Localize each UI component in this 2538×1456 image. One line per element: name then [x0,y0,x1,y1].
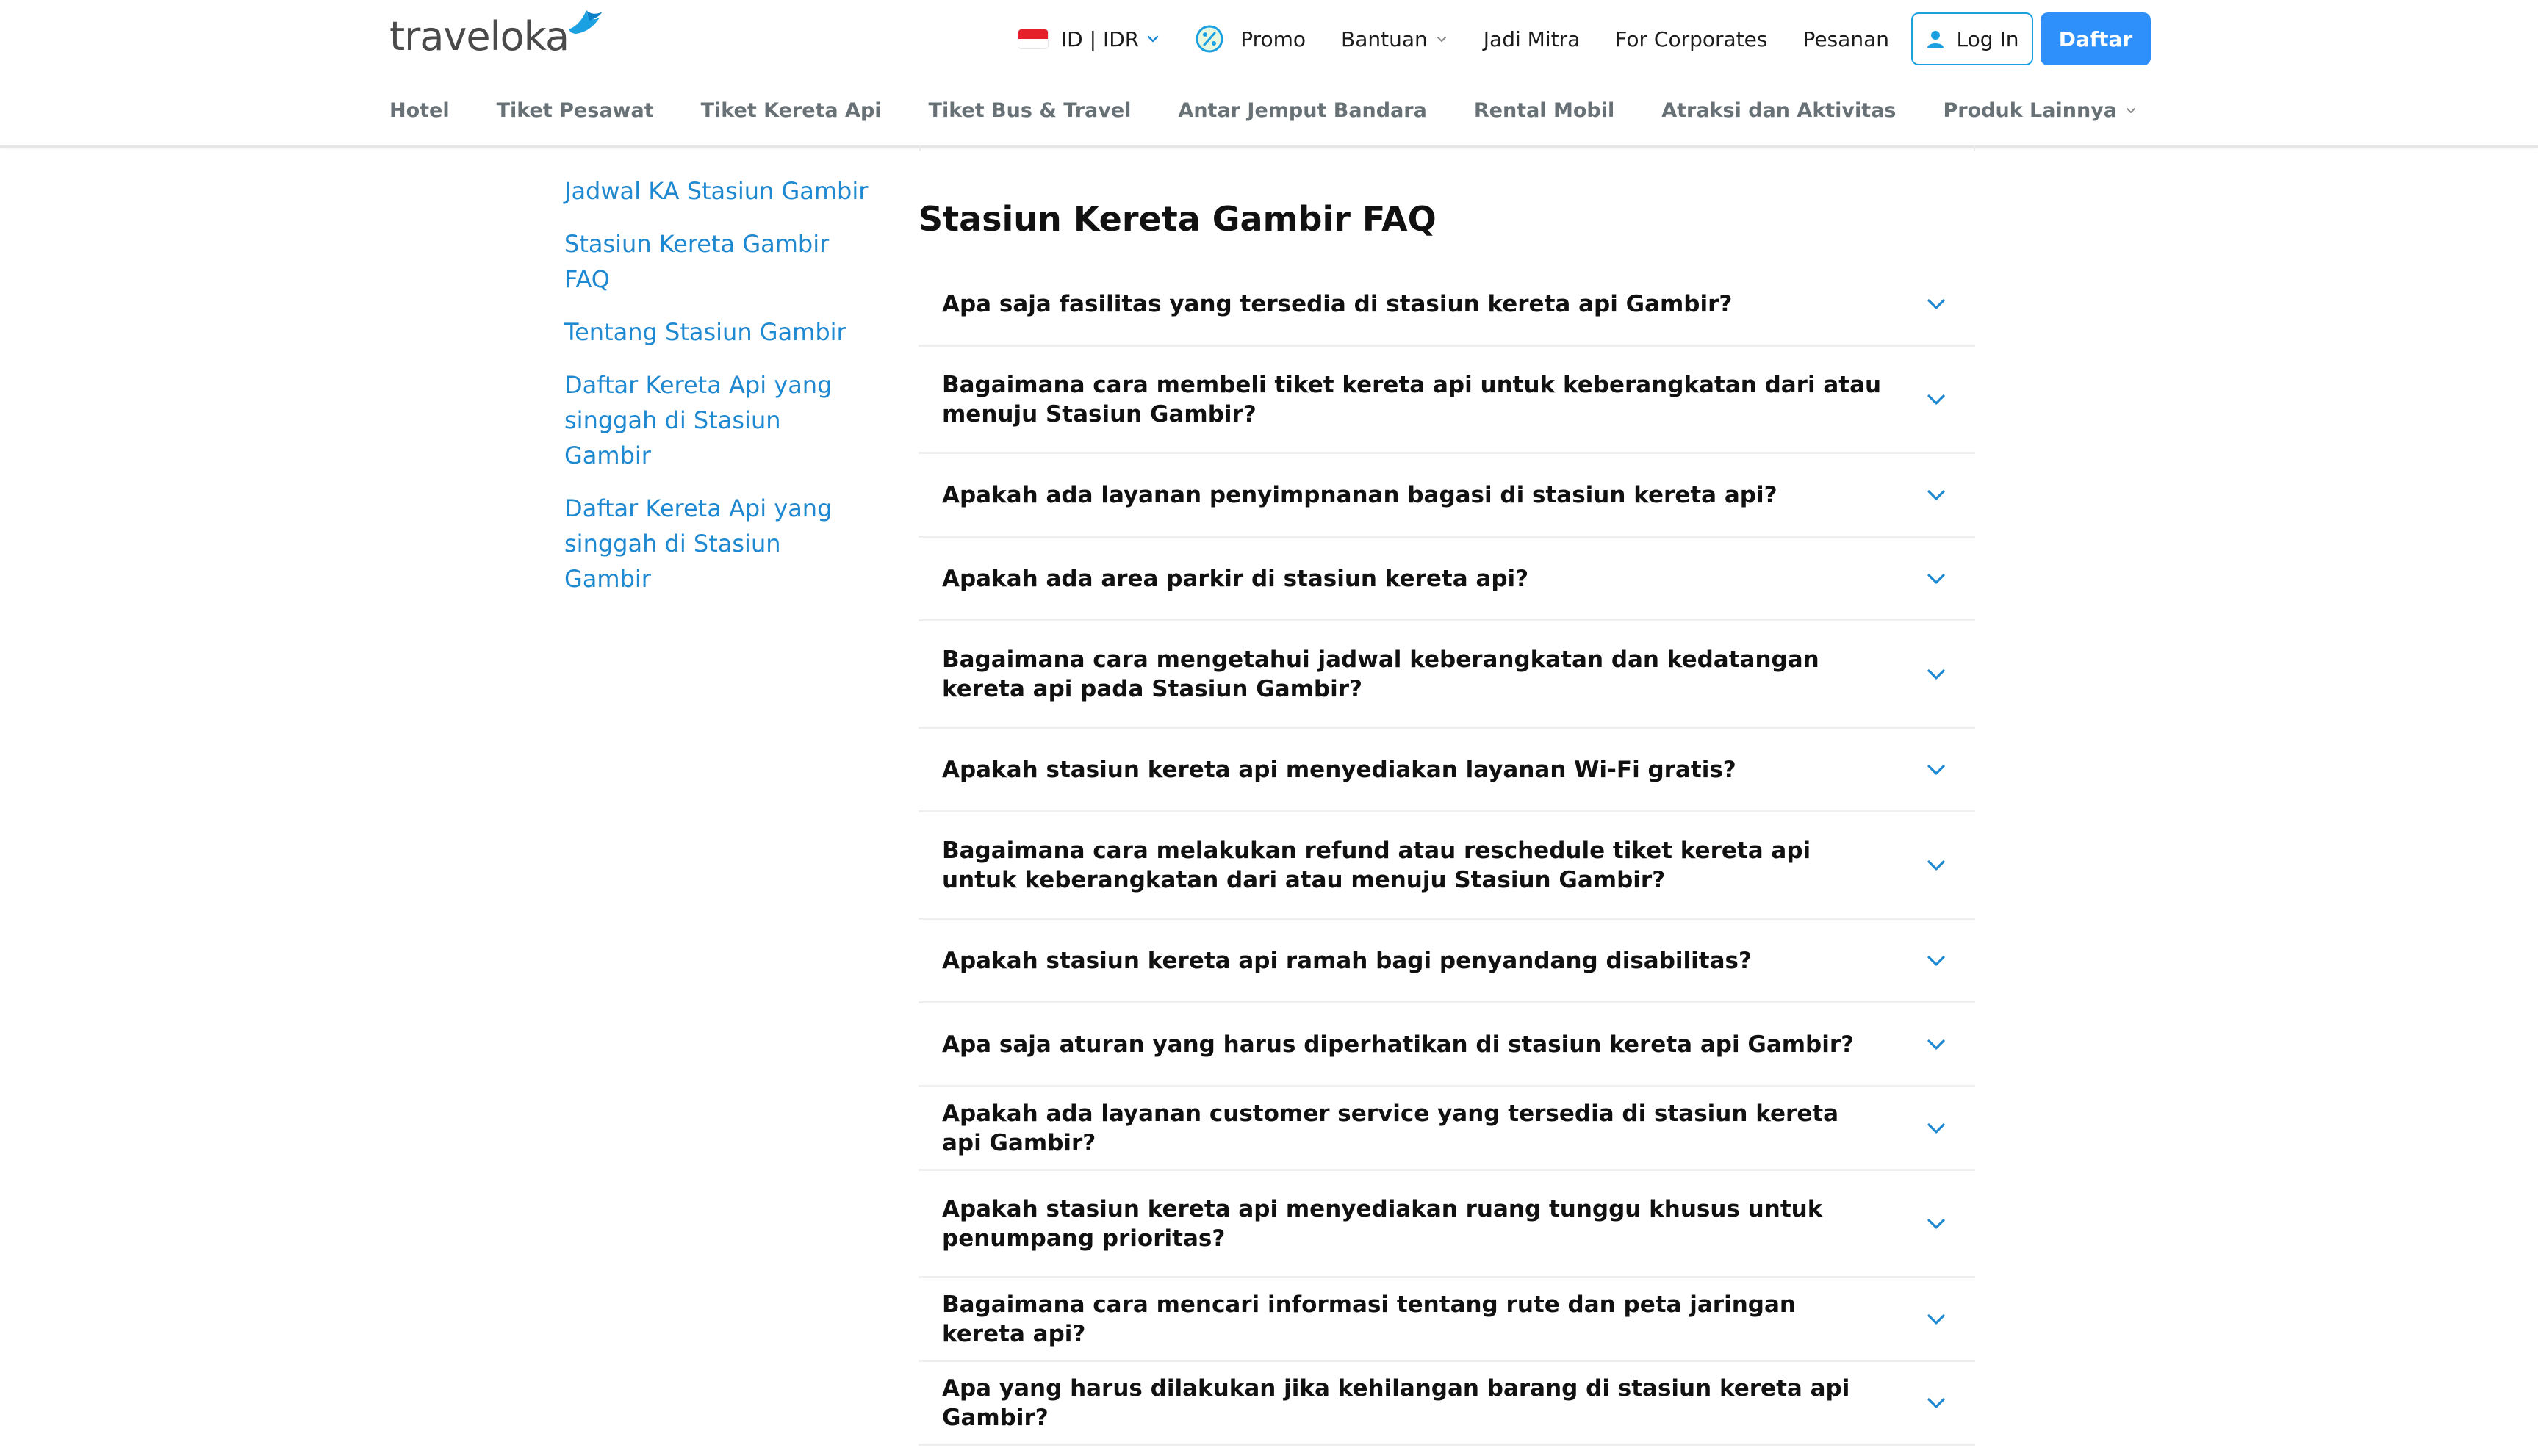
sidebar-link-faq[interactable]: Stasiun Kereta Gambir FAQ [564,226,873,297]
chevron-down-icon [1927,764,1945,775]
login-label: Log In [1956,26,2019,51]
chevron-down-icon [1927,1039,1945,1050]
faq-item[interactable]: Bagaimana cara membeli tiket kereta api … [919,347,1975,454]
chevron-down-icon [1148,35,1159,43]
faq-question: Apakah stasiun kereta api ramah bagi pen… [942,947,1752,974]
faq-section-title: Stasiun Kereta Gambir FAQ [919,199,1437,239]
sidebar-link-schedule[interactable]: Jadwal KA Stasiun Gambir [564,173,873,209]
faq-item[interactable]: Apa saja fasilitas yang tersedia di stas… [919,263,1975,347]
nav-item-flights[interactable]: Tiket Pesawat [497,99,654,122]
top-utility-bar: ID | IDR Promo Bantuan Jadi Mitra For Co [983,12,2151,65]
bird-logo-icon [569,10,603,34]
nav-item-bus-travel[interactable]: Tiket Bus & Travel [929,99,1132,122]
faq-accordion: Apa saja fasilitas yang tersedia di stas… [919,263,1975,1446]
nav-item-more-products[interactable]: Produk Lainnya [1944,99,2138,122]
faq-question: Apakah ada layanan customer service yang… [942,1100,1839,1156]
help-label: Bantuan [1341,26,1428,51]
faq-question: Bagaimana cara membeli tiket kereta api … [942,371,1882,428]
faq-item[interactable]: Bagaimana cara mengetahui jadwal keberan… [919,621,1975,729]
faq-question: Bagaimana cara mencari informasi tentang… [942,1291,1796,1347]
faq-question: Bagaimana cara melakukan refund atau res… [942,837,1811,893]
faq-item[interactable]: Apa saja aturan yang harus diperhatikan … [919,1003,1975,1087]
sidebar-link-about[interactable]: Tentang Stasiun Gambir [564,314,873,350]
faq-question: Apakah stasiun kereta api menyediakan la… [942,756,1736,783]
chevron-down-icon [1927,298,1945,309]
chevron-down-icon [1927,1218,1945,1229]
faq-item[interactable]: Apakah ada area parkir di stasiun kereta… [919,538,1975,621]
nav-item-hotel[interactable]: Hotel [389,99,450,122]
faq-question: Apakah stasiun kereta api menyediakan ru… [942,1195,1823,1252]
faq-question: Apa yang harus dilakukan jika kehilangan… [942,1374,1850,1431]
faq-item[interactable]: Bagaimana cara mencari informasi tentang… [919,1278,1975,1362]
logo-text: traveloka [389,12,569,60]
faq-question: Apa saja aturan yang harus diperhatikan … [942,1031,1855,1058]
corporate-link[interactable]: For Corporates [1615,27,1767,51]
chevron-down-icon [1927,1397,1945,1408]
more-products-label: Produk Lainnya [1943,98,2118,122]
nav-item-airport-transfer[interactable]: Antar Jemput Bandara [1178,99,1426,122]
traveloka-logo[interactable]: traveloka [389,10,605,62]
faq-item[interactable]: Apa yang harus dilakukan jika kehilangan… [919,1362,1975,1446]
nav-item-car-rental[interactable]: Rental Mobil [1474,99,1614,122]
chevron-down-icon [1437,37,1446,42]
chevron-down-icon [2127,108,2136,113]
faq-item[interactable]: Apakah stasiun kereta api ramah bagi pen… [919,920,1975,1003]
sidebar-link-train-list[interactable]: Daftar Kereta Api yang singgah di Stasiu… [564,367,873,473]
nav-item-trains[interactable]: Tiket Kereta Api [701,99,882,122]
partner-label: Jadi Mitra [1483,26,1581,51]
chevron-down-icon [1927,573,1945,584]
partner-link[interactable]: Jadi Mitra [1484,27,1580,51]
user-icon [1927,31,1944,48]
corporate-label: For Corporates [1615,26,1768,51]
promo-percent-icon [1196,25,1223,53]
faq-item[interactable]: Apakah stasiun kereta api menyediakan ru… [919,1171,1975,1278]
promo-link[interactable]: Promo [1195,24,1306,54]
faq-item[interactable]: Apakah ada layanan penyimpnanan bagasi d… [919,454,1975,538]
chevron-down-icon [1927,1313,1945,1325]
login-button[interactable]: Log In [1911,12,2033,65]
chevron-down-icon [1927,1122,1945,1134]
site-header: traveloka ID | IDR Promo Bantuan Jadi Mi… [0,0,2538,148]
page-section-sidebar: Jadwal KA Stasiun Gambir Stasiun Kereta … [564,173,873,614]
chevron-down-icon [1927,394,1945,405]
locale-selector[interactable]: ID | IDR [1018,27,1160,51]
faq-item[interactable]: Bagaimana cara melakukan refund atau res… [919,812,1975,920]
faq-item[interactable]: Apakah ada layanan customer service yang… [919,1087,1975,1171]
nav-item-attractions[interactable]: Atraksi dan Aktivitas [1661,99,1896,122]
help-menu[interactable]: Bantuan [1341,27,1448,51]
sidebar-link-train-list-2[interactable]: Daftar Kereta Api yang singgah di Stasiu… [564,491,873,597]
faq-question: Apakah ada area parkir di stasiun kereta… [942,565,1529,592]
orders-label: Pesanan [1802,26,1889,51]
faq-question: Apakah ada layanan penyimpnanan bagasi d… [942,481,1777,508]
indonesia-flag-icon [1018,29,1048,48]
chevron-down-icon [1927,668,1945,680]
product-nav: Hotel Tiket Pesawat Tiket Kereta Api Tik… [389,93,2138,128]
locale-label: ID | IDR [1060,26,1140,51]
chevron-down-icon [1927,859,1945,871]
promo-label: Promo [1240,26,1306,51]
faq-item[interactable]: Apakah stasiun kereta api menyediakan la… [919,729,1975,812]
chevron-down-icon [1927,955,1945,966]
register-button[interactable]: Daftar [2041,12,2151,65]
faq-question: Apa saja fasilitas yang tersedia di stas… [942,290,1733,317]
chevron-down-icon [1927,489,1945,500]
content-card-edge [919,145,1975,151]
faq-question: Bagaimana cara mengetahui jadwal keberan… [942,646,1819,702]
orders-link[interactable]: Pesanan [1802,27,1889,51]
